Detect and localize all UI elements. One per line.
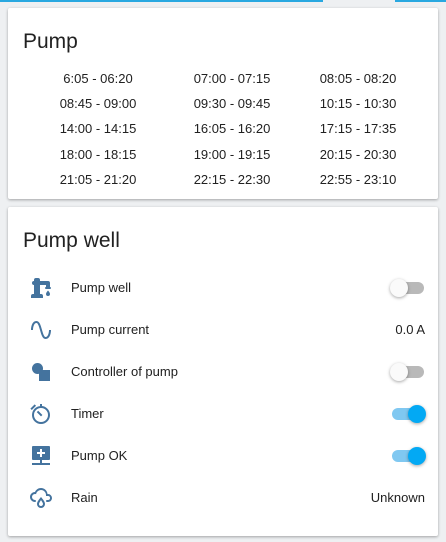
pump-ok-toggle[interactable] [391,447,426,465]
top-accent-bar-left [0,0,323,2]
schedule-slot: 08:05 - 08:20 [319,71,397,86]
top-accent-bar-right [395,0,446,2]
schedule-slot: 14:00 - 14:15 [59,121,137,137]
entity-label: Pump current [71,322,150,337]
monitor-plus-icon [29,444,53,468]
timer-toggle[interactable] [391,405,426,423]
schedule-slot: 09:30 - 09:45 [193,96,271,112]
schedule-column-1: 6:05 - 06:20 08:45 - 09:00 14:00 - 14:15… [38,66,158,192]
entity-row-pump-ok: Pump OK [8,435,438,477]
entity-row-rain: Rain Unknown [8,477,438,519]
entity-label: Pump OK [71,448,128,463]
entity-row-timer: Timer [8,393,438,435]
weather-rainy-icon [29,486,53,510]
entity-label: Pump well [71,280,131,295]
entity-label: Rain [71,490,98,505]
schedule-slot: 22:55 - 23:10 [319,171,397,187]
toggle-knob [408,447,426,465]
schedule-slot: 16:05 - 16:20 [193,121,271,137]
timer-icon [29,402,53,426]
entity-label: Controller of pump [71,364,178,379]
pump-well-entities-card: Pump well Pump well Pump current 0.0 A C… [8,207,438,536]
schedule-column-3: 08:05 - 08:20 10:15 - 10:30 17:15 - 17:3… [298,66,418,192]
card-title: Pump [23,30,78,53]
entity-row-controller-of-pump: Controller of pump [8,351,438,393]
schedule-slot: 22:15 - 22:30 [193,171,271,187]
entity-row-pump-current: Pump current 0.0 A [8,309,438,351]
shapes-icon [29,360,53,384]
schedule-slot: 6:05 - 06:20 [63,71,133,86]
schedule-slot: 07:00 - 07:15 [193,71,271,86]
controller-of-pump-toggle[interactable] [390,363,425,381]
card-title: Pump well [23,229,120,252]
schedule-slot: 19:00 - 19:15 [193,146,271,162]
pump-well-toggle[interactable] [390,279,425,297]
sine-wave-icon [29,318,53,342]
entity-label: Timer [71,406,104,421]
toggle-knob [390,279,408,297]
schedule-slot: 08:45 - 09:00 [59,96,137,112]
schedule-slot: 18:00 - 18:15 [59,146,137,162]
schedule-slot: 20:15 - 20:30 [319,146,397,162]
schedule-slot: 10:15 - 10:30 [319,96,397,112]
toggle-knob [408,405,426,423]
rain-value: Unknown [370,490,425,505]
water-pump-icon [29,276,53,300]
schedule-column-2: 07:00 - 07:15 09:30 - 09:45 16:05 - 16:2… [172,66,292,192]
schedule-slot: 21:05 - 21:20 [59,171,137,187]
pump-schedule-card: Pump 6:05 - 06:20 08:45 - 09:00 14:00 - … [8,8,438,199]
toggle-knob [390,363,408,381]
entity-row-pump-well: Pump well [8,267,438,309]
schedule-slot: 17:15 - 17:35 [319,121,397,137]
pump-current-value: 0.0 A [395,322,425,337]
